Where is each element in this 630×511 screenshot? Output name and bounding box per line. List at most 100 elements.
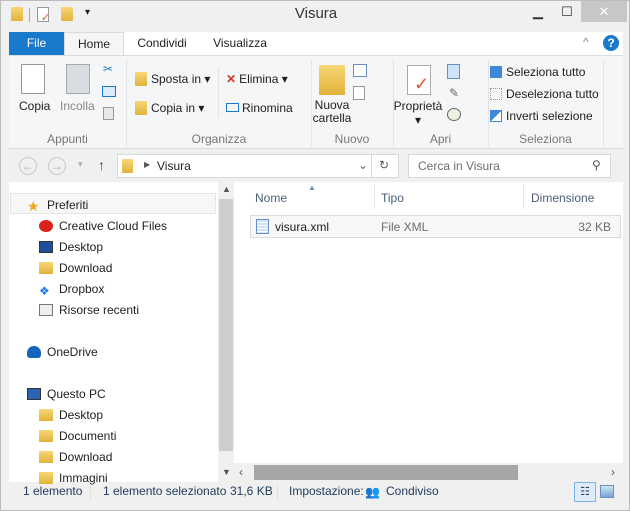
copy-button[interactable]: Copia [19, 99, 50, 113]
nav-item[interactable]: ★ Preferiti [27, 198, 89, 214]
maximize-button[interactable]: ☐ [552, 1, 582, 22]
nav-item[interactable]: Questo PC [27, 387, 106, 401]
horizontal-scrollbar[interactable]: ‹ › [234, 463, 623, 482]
paste-button[interactable]: Incolla [60, 99, 95, 113]
nav-item[interactable]: OneDrive [27, 345, 98, 359]
rename-icon [226, 103, 239, 112]
file-name[interactable]: visura.xml [275, 220, 329, 234]
nav-item-label: OneDrive [47, 345, 98, 359]
paste-icon [66, 64, 90, 94]
delete-icon: ✕ [226, 72, 237, 86]
nav-item-label: Download [59, 261, 113, 275]
tab-file[interactable]: File [9, 32, 64, 55]
nav-item-label: Desktop [59, 240, 104, 254]
nav-item[interactable]: ❖ Dropbox [39, 282, 105, 298]
status-selected: 1 elemento selezionato [103, 484, 227, 498]
folder-icon [122, 159, 133, 173]
edit-icon[interactable]: ✎ [449, 86, 459, 100]
star-icon: ★ [27, 198, 40, 214]
nav-item-label: Documenti [59, 429, 117, 443]
large-icons-view-button[interactable] [600, 485, 614, 498]
group-seleziona-label: Seleziona [519, 132, 572, 146]
select-all-button[interactable]: Seleziona tutto [490, 65, 585, 79]
scroll-thumb[interactable] [254, 465, 518, 480]
help-icon[interactable]: ? [603, 35, 619, 51]
breadcrumb-visura[interactable]: Visura [157, 159, 191, 173]
nav-item[interactable]: Immagini [39, 471, 108, 485]
shared-users-icon: 👥 [365, 485, 380, 499]
collapse-ribbon-icon[interactable]: ^ [583, 35, 589, 49]
rename-button[interactable]: Rinomina [226, 101, 293, 115]
nav-item-label: Download [59, 450, 113, 464]
history-icon[interactable] [447, 108, 461, 121]
select-all-icon [490, 66, 502, 78]
folder-icon [39, 451, 53, 463]
nav-item-label: Dropbox [59, 282, 105, 296]
nav-item[interactable]: Creative Cloud Files [39, 219, 167, 233]
open-icon[interactable] [447, 64, 460, 79]
details-view-button[interactable]: ☷ [574, 482, 596, 502]
paste-shortcut-icon[interactable] [103, 107, 114, 120]
easy-access-icon[interactable] [353, 86, 365, 100]
copy-path-icon[interactable] [102, 86, 116, 97]
scroll-down-button[interactable]: ▼ [222, 467, 231, 477]
status-setting-label: Impostazione: [289, 484, 364, 498]
recent-locations-button[interactable]: ▾ [78, 159, 83, 170]
copy-to-icon [135, 101, 147, 115]
new-folder-icon [319, 65, 345, 95]
invert-selection-button[interactable]: Inverti selezione [490, 109, 593, 123]
scroll-up-button[interactable]: ▲ [222, 184, 231, 194]
scroll-right-button[interactable]: › [611, 465, 615, 479]
new-folder-button[interactable]: Nuova cartella [311, 99, 353, 125]
computer-icon [27, 388, 41, 400]
nav-item[interactable]: Download [39, 261, 112, 275]
file-size: 32 KB [578, 220, 611, 234]
nav-item-label: Questo PC [47, 387, 106, 401]
group-apri-label: Apri [429, 132, 452, 146]
refresh-button[interactable]: ↻ [379, 158, 389, 172]
up-button[interactable]: ↑ [98, 157, 105, 173]
tab-home[interactable]: Home [64, 32, 124, 55]
delete-button[interactable]: ✕ Elimina ▾ [226, 72, 288, 86]
column-header-type[interactable]: Tipo [381, 191, 404, 205]
tab-visualizza[interactable]: Visualizza [205, 32, 275, 55]
tab-condividi[interactable]: Condividi [127, 32, 197, 55]
file-row[interactable]: visura.xml File XML 32 KB [250, 215, 621, 238]
nav-item[interactable]: Documenti [39, 429, 116, 443]
group-appunti-label: Appunti [47, 132, 88, 146]
copy-to-button[interactable]: Copia in ▾ [135, 101, 204, 115]
download-folder-icon [39, 262, 53, 274]
sort-ascending-icon: ▲ [308, 183, 316, 192]
explorer-window: ✓ ▾ Visura ▁ ☐ ✕ File Home Condividi Vis… [0, 0, 630, 511]
column-header-size[interactable]: Dimensione [531, 191, 594, 205]
close-button[interactable]: ✕ [581, 1, 627, 22]
search-box[interactable]: Cerca in Visura ⚲ [408, 154, 611, 178]
select-none-button[interactable]: Deseleziona tutto [490, 87, 599, 101]
minimize-button[interactable]: ▁ [523, 1, 553, 22]
forward-button[interactable]: → [48, 157, 66, 175]
status-size: 31,6 KB [230, 484, 273, 498]
nav-item-label: Risorse recenti [59, 303, 140, 317]
nav-item[interactable]: Download [39, 450, 112, 464]
move-to-icon [135, 72, 147, 86]
scroll-thumb[interactable] [219, 199, 233, 451]
back-button[interactable]: ← [19, 157, 37, 175]
nav-item-label: Preferiti [47, 198, 89, 212]
properties-button[interactable]: Proprietà ▾ [393, 99, 443, 127]
address-bar[interactable]: ▶ Visura ⌄ ↻ [117, 154, 399, 178]
nav-item[interactable]: Desktop [39, 408, 103, 422]
column-header-name[interactable]: Nome [255, 191, 287, 205]
move-to-button[interactable]: Sposta in ▾ [135, 72, 210, 86]
search-input[interactable]: Cerca in Visura [418, 159, 500, 173]
nav-item[interactable]: Desktop [39, 240, 103, 254]
nav-vertical-scrollbar[interactable]: ▲ ▼ [218, 182, 234, 482]
address-dropdown-button[interactable]: ⌄ [358, 158, 368, 172]
new-item-icon[interactable] [353, 64, 367, 77]
cut-icon[interactable]: ✂ [103, 62, 113, 76]
search-icon[interactable]: ⚲ [592, 158, 601, 172]
ribbon: Copia Incolla ✂ Appunti Sposta in ▾ Copi… [9, 55, 623, 149]
scroll-left-button[interactable]: ‹ [239, 465, 243, 479]
folder-icon [39, 430, 53, 442]
nav-item[interactable]: Risorse recenti [39, 303, 139, 317]
breadcrumb-chevron-icon[interactable]: ▶ [144, 160, 150, 169]
